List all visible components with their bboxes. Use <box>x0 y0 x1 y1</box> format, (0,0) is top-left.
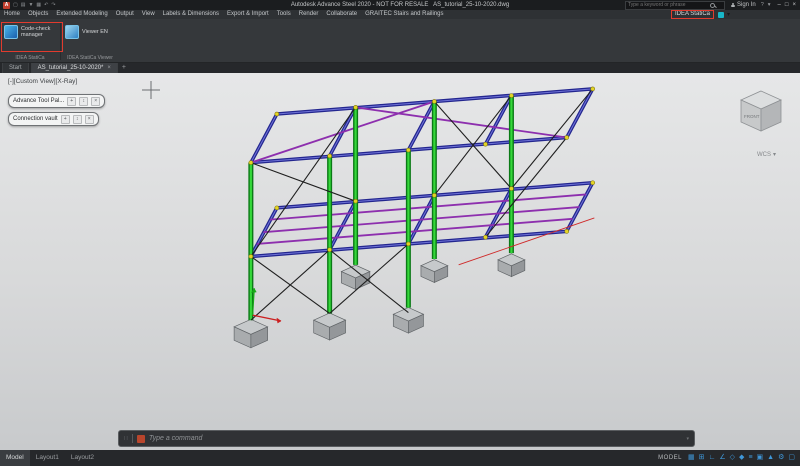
object-snap-icon[interactable]: ◆ <box>739 450 744 466</box>
sign-in-button[interactable]: Sign In <box>730 2 756 8</box>
ortho-icon[interactable]: ∟ <box>709 450 716 466</box>
lineweight-icon[interactable]: ≡ <box>748 450 752 466</box>
3d-model-canvas[interactable] <box>0 73 800 450</box>
search-icon[interactable] <box>710 3 715 8</box>
document-tab-start[interactable]: Start <box>2 62 29 73</box>
ribbon-group-label[interactable]: IDEA StatiCa Viewer <box>61 55 119 61</box>
wcs-selector[interactable]: WCS ▾ <box>757 151 776 158</box>
print-icon[interactable]: ▦ <box>36 2 41 9</box>
notifications-icon[interactable]: ▾ <box>768 2 771 8</box>
app-title: Autodesk Advance Steel 2020 - NOT FOR RE… <box>291 2 429 8</box>
viewer-en-button[interactable]: Viewer EN <box>63 22 117 42</box>
ribbon-panel: Code-check manager IDEA StatiCa Viewer E… <box>0 19 800 63</box>
palette-advance-tool-pal[interactable]: Advance Tool Pal...+↕× <box>8 94 105 108</box>
redo-icon[interactable]: ↷ <box>51 2 55 9</box>
autohide-icon[interactable]: ↕ <box>73 115 82 124</box>
sign-in-label: Sign In <box>737 2 756 8</box>
new-drawing-icon[interactable]: ▢ <box>13 2 18 9</box>
code-check-manager-icon <box>4 25 18 39</box>
menu-tab-home[interactable]: Home <box>0 10 24 19</box>
menu-tab-idea-statica[interactable]: IDEA StatiCa <box>671 10 714 19</box>
open-icon[interactable]: ▤ <box>21 2 26 9</box>
palette-connection-vault[interactable]: Connection vault+↕× <box>8 112 99 126</box>
move-icon[interactable]: + <box>61 115 70 124</box>
view-cube[interactable]: FRONT <box>738 89 784 135</box>
isodraft-icon[interactable]: ◇ <box>730 450 735 466</box>
command-line[interactable]: ∷ Type a command ▾ <box>118 430 695 447</box>
snap-icon[interactable]: ⊞ <box>699 450 705 466</box>
menu-tab-export-import[interactable]: Export & Import <box>223 10 273 19</box>
menu-tab-render[interactable]: Render <box>295 10 323 19</box>
command-drag-handle-icon[interactable]: ∷ <box>124 435 128 442</box>
ucs-axis-cross-icon <box>140 79 162 101</box>
document-tab-label: AS_tutorial_25-10-2020* <box>38 63 104 73</box>
advance-steel-window: A▢▤▼▦↶↷ Autodesk Advance Steel 2020 - NO… <box>0 0 800 466</box>
workspace-gear-icon[interactable]: ⚙ <box>778 450 784 466</box>
document-tab-label: Start <box>9 63 22 73</box>
palette-title: Advance Tool Pal... <box>13 98 64 104</box>
layout-tab-layout2[interactable]: Layout2 <box>65 450 100 466</box>
ribbon-group-label[interactable]: IDEA StatiCa <box>0 55 60 61</box>
palette-title: Connection vault <box>13 116 58 122</box>
maximize-button[interactable]: □ <box>783 0 791 10</box>
model-space-toggle[interactable]: MODEL <box>658 455 682 461</box>
close-button[interactable]: × <box>790 0 798 10</box>
title-bar: A▢▤▼▦↶↷ Autodesk Advance Steel 2020 - NO… <box>0 0 800 10</box>
close-icon[interactable]: × <box>91 97 100 106</box>
document-tab-bar: StartAS_tutorial_25-10-2020*×+ <box>0 62 800 73</box>
menu-tab-tools[interactable]: Tools <box>273 10 295 19</box>
view-cube-front-label: FRONT <box>744 114 760 119</box>
autohide-icon[interactable]: ↕ <box>79 97 88 106</box>
app-logo[interactable]: A <box>3 2 10 9</box>
menu-tab-extended-modeling[interactable]: Extended Modeling <box>52 10 111 19</box>
move-icon[interactable]: + <box>67 97 76 106</box>
menu-tab-collaborate[interactable]: Collaborate <box>322 10 361 19</box>
command-separator <box>132 434 133 443</box>
search-input[interactable] <box>628 2 708 8</box>
ribbon-group-idea-statica-viewer: Viewer EN IDEA StatiCa Viewer <box>61 20 119 62</box>
menu-tab-view[interactable]: View <box>138 10 159 19</box>
polar-tracking-icon[interactable]: ∠ <box>719 450 725 466</box>
layout-tab-layout1[interactable]: Layout1 <box>30 450 65 466</box>
menu-tab-labels-dimensions[interactable]: Labels & Dimensions <box>159 10 223 19</box>
idea-statica-app-icon[interactable] <box>718 12 724 18</box>
layout-tab-model[interactable]: Model <box>0 450 30 466</box>
menu-tab-objects[interactable]: Objects <box>24 10 52 19</box>
help-icon[interactable]: ? <box>761 2 764 8</box>
command-prompt-icon <box>137 435 145 443</box>
minimize-button[interactable]: – <box>776 0 783 10</box>
command-history-chevron-icon[interactable]: ▾ <box>686 436 689 442</box>
tab-close-icon[interactable]: × <box>107 63 111 73</box>
undo-icon[interactable]: ↶ <box>44 2 48 9</box>
dynamic-input-icon[interactable]: ▣ <box>757 450 764 466</box>
chevron-down-icon: ▾ <box>773 151 776 158</box>
search-box[interactable] <box>625 1 725 10</box>
grid-icon[interactable]: ▦ <box>688 450 695 466</box>
viewport[interactable]: [-][Custom View][X-Ray] Advance Tool Pal… <box>0 73 800 450</box>
new-drawing-tab[interactable]: + <box>118 63 130 73</box>
close-icon[interactable]: × <box>85 115 94 124</box>
document-name: AS_tutorial_25-10-2020.dwg <box>433 2 509 8</box>
menu-tab-graitec-stairs-and-railings[interactable]: GRAITEC Stairs and Railings <box>361 10 447 19</box>
ribbon-group-idea-statica: Code-check manager IDEA StatiCa <box>0 20 60 62</box>
viewer-en-icon <box>65 25 79 39</box>
document-tab-as-tutorial-25-10-2020[interactable]: AS_tutorial_25-10-2020*× <box>31 62 118 73</box>
ribbon-tab-bar: HomeObjectsExtended ModelingOutputViewLa… <box>0 10 800 19</box>
ribbon-collapse-icon[interactable]: ▾ <box>727 11 730 18</box>
code-check-manager-button[interactable]: Code-check manager <box>2 22 58 42</box>
status-bar: ModelLayout1Layout2 MODEL ▦⊞∟∠ ◇◆≡ ▣▲⚙▢ <box>0 450 800 466</box>
annotation-scale-icon[interactable]: ▲ <box>767 450 774 466</box>
viewport-controls-label[interactable]: [-][Custom View][X-Ray] <box>8 78 77 85</box>
user-icon <box>730 3 735 8</box>
quick-access-toolbar: A▢▤▼▦↶↷ <box>3 2 56 9</box>
command-input[interactable]: Type a command <box>149 435 683 442</box>
fullscreen-icon[interactable]: ▢ <box>788 450 795 466</box>
save-icon[interactable]: ▼ <box>28 2 33 9</box>
menu-tab-output[interactable]: Output <box>112 10 138 19</box>
